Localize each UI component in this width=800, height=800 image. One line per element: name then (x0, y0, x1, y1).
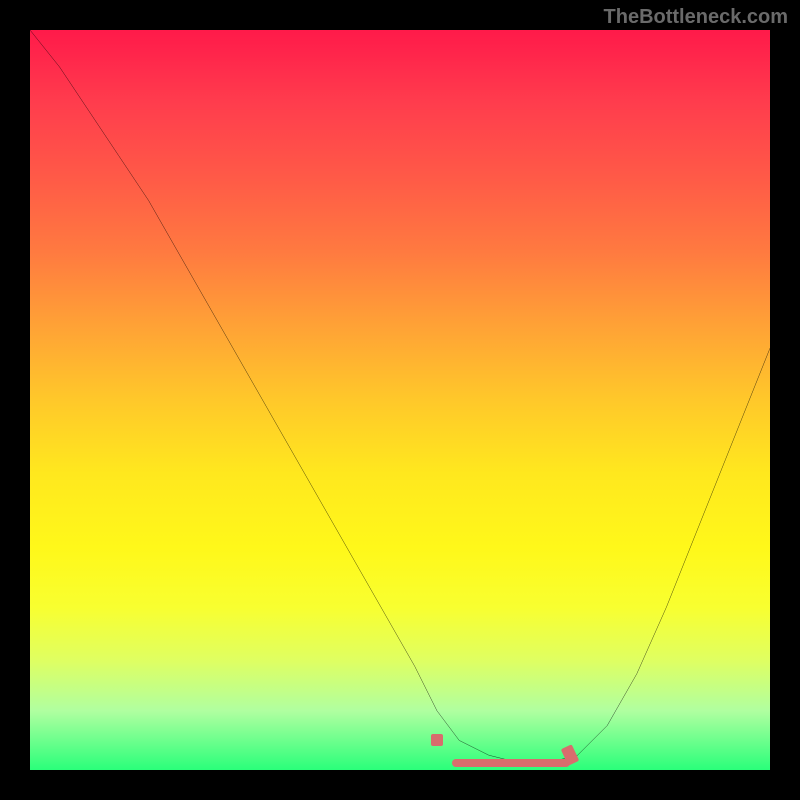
curve-svg (30, 30, 770, 770)
bottleneck-curve (30, 30, 770, 763)
plot-area (30, 30, 770, 770)
watermark-text: TheBottleneck.com (604, 6, 788, 29)
flat-band (452, 759, 570, 767)
marker-left (431, 734, 443, 746)
chart-container: TheBottleneck.com (0, 0, 800, 800)
